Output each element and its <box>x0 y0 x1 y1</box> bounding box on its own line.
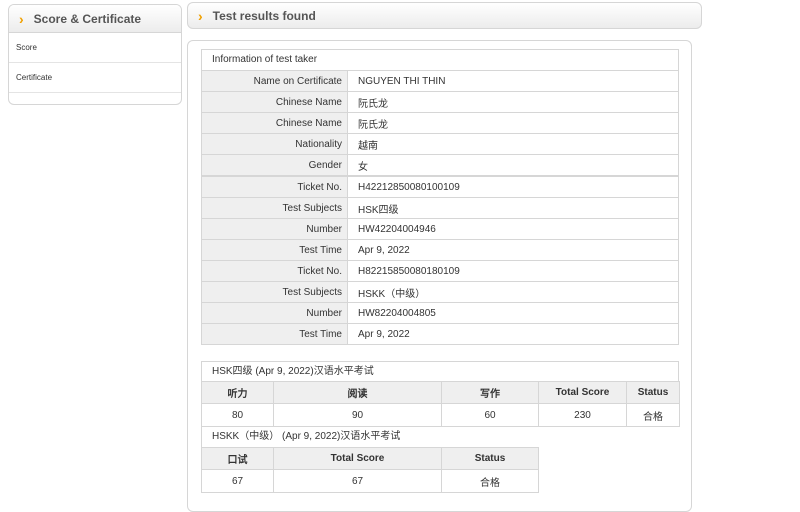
score-cell: 67 <box>273 469 442 493</box>
field-label: Ticket No. <box>201 175 348 198</box>
hskk-score-title: HSKK（中级） (Apr 9, 2022)汉语水平考试 <box>201 427 679 447</box>
table-row: 67 67 合格 <box>201 469 539 493</box>
field-label: Chinese Name <box>201 112 348 134</box>
field-value: H42212850080100109 <box>347 175 679 198</box>
field-value: Apr 9, 2022 <box>347 239 679 261</box>
sidebar-title: Score & Certificate <box>33 11 142 26</box>
field-label: Chinese Name <box>201 91 348 113</box>
field-value: H82215850080180109 <box>347 260 679 282</box>
score-cell: 90 <box>273 403 442 427</box>
column-header: 听力 <box>201 381 274 404</box>
table-row: Number HW82204004805 <box>201 302 679 324</box>
table-row: Chinese Name 阮氏龙 <box>201 91 679 113</box>
field-label: Test Subjects <box>201 197 348 219</box>
field-label: Number <box>201 302 348 324</box>
score-cell: 80 <box>201 403 274 427</box>
table-row: Nationality 越南 <box>201 133 679 155</box>
field-label: Gender <box>201 154 348 177</box>
sidebar: › Score & Certificate Score Certificate <box>8 4 182 105</box>
table-row: Test Time Apr 9, 2022 <box>201 323 679 345</box>
field-value: Apr 9, 2022 <box>347 323 679 345</box>
sidebar-header: › Score & Certificate <box>9 5 181 33</box>
results-panel: Information of test taker Name on Certif… <box>187 40 692 512</box>
score-cell: 67 <box>201 469 274 493</box>
field-label: Test Time <box>201 239 348 261</box>
field-label: Test Time <box>201 323 348 345</box>
table-header-row: 听力 阅读 写作 Total Score Status <box>201 381 680 404</box>
test-taker-info: Information of test taker Name on Certif… <box>201 49 679 345</box>
field-label: Number <box>201 218 348 240</box>
results-title: Test results found <box>212 8 316 23</box>
field-label: Ticket No. <box>201 260 348 282</box>
field-value: 阮氏龙 <box>347 91 679 113</box>
column-header: Status <box>626 381 680 404</box>
chevron-right-icon: › <box>19 10 24 27</box>
field-value: HSK四级 <box>347 197 679 219</box>
score-cell: 60 <box>441 403 539 427</box>
column-header: 写作 <box>441 381 539 404</box>
hskk-score-table: 口试 Total Score Status 67 67 合格 <box>201 447 539 493</box>
field-value: 越南 <box>347 133 679 155</box>
chevron-right-icon: › <box>198 7 203 24</box>
personal-info-table: Name on Certificate NGUYEN THI THIN Chin… <box>201 70 679 345</box>
table-row: Gender 女 <box>201 154 679 177</box>
results-header: › Test results found <box>187 2 702 29</box>
field-value: HW82204004805 <box>347 302 679 324</box>
table-row: Ticket No. H82215850080180109 <box>201 260 679 282</box>
column-header: Status <box>441 447 539 470</box>
info-title: Information of test taker <box>201 49 679 70</box>
column-header: Total Score <box>273 447 442 470</box>
field-label: Test Subjects <box>201 281 348 303</box>
sidebar-item-score[interactable]: Score <box>9 33 181 63</box>
table-row: Test Subjects HSKK（中级） <box>201 281 679 303</box>
field-value: 阮氏龙 <box>347 112 679 134</box>
column-header: Total Score <box>538 381 627 404</box>
field-value: NGUYEN THI THIN <box>347 70 679 92</box>
table-row: Chinese Name 阮氏龙 <box>201 112 679 134</box>
table-row: Test Subjects HSK四级 <box>201 197 679 219</box>
status-cell: 合格 <box>441 469 539 493</box>
column-header: 阅读 <box>273 381 442 404</box>
field-value: HSKK（中级） <box>347 281 679 303</box>
field-value: HW42204004946 <box>347 218 679 240</box>
table-row: Name on Certificate NGUYEN THI THIN <box>201 70 679 92</box>
column-header: 口试 <box>201 447 274 470</box>
field-label: Name on Certificate <box>201 70 348 92</box>
hsk-score-title: HSK四级 (Apr 9, 2022)汉语水平考试 <box>201 361 679 381</box>
status-cell: 合格 <box>626 403 680 427</box>
table-row: Number HW42204004946 <box>201 218 679 240</box>
table-header-row: 口试 Total Score Status <box>201 447 539 470</box>
table-row: Test Time Apr 9, 2022 <box>201 239 679 261</box>
sidebar-item-certificate[interactable]: Certificate <box>9 63 181 93</box>
hsk-score-table: 听力 阅读 写作 Total Score Status 80 90 60 230… <box>201 381 680 427</box>
score-cell: 230 <box>538 403 627 427</box>
field-label: Nationality <box>201 133 348 155</box>
table-row: 80 90 60 230 合格 <box>201 403 680 427</box>
score-section: HSK四级 (Apr 9, 2022)汉语水平考试 听力 阅读 写作 Total… <box>201 361 680 493</box>
field-value: 女 <box>347 154 679 177</box>
table-row: Ticket No. H42212850080100109 <box>201 175 679 198</box>
